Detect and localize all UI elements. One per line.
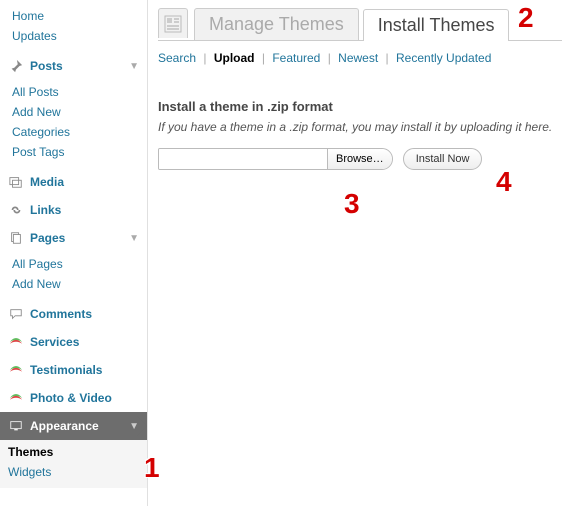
dashboard-submenu: Home Updates [0, 4, 147, 52]
main-content: Manage Themes Install Themes Search | Up… [148, 0, 572, 506]
pin-icon [8, 58, 24, 74]
chevron-down-icon: ▼ [129, 421, 139, 432]
posts-label: Posts [30, 59, 129, 73]
sidebar-section-media[interactable]: Media [0, 168, 147, 196]
sidebar-section-links[interactable]: Links [0, 196, 147, 224]
sidebar-section-pages[interactable]: Pages ▼ [0, 224, 147, 252]
sidebar-item-add-new-post[interactable]: Add New [12, 102, 147, 122]
sidebar-item-categories[interactable]: Categories [12, 122, 147, 142]
subnav-recently-updated[interactable]: Recently Updated [396, 51, 491, 65]
callout-3: 3 [344, 188, 360, 220]
themes-tab-icon [158, 8, 188, 38]
photovideo-label: Photo & Video [30, 391, 139, 405]
upload-heading: Install a theme in .zip format [158, 99, 562, 114]
sidebar-item-home[interactable]: Home [12, 6, 147, 26]
sidebar-section-appearance[interactable]: Appearance ▼ [0, 412, 147, 440]
swoosh-icon [8, 334, 24, 350]
tab-manage-themes[interactable]: Manage Themes [194, 8, 359, 40]
sidebar-item-post-tags[interactable]: Post Tags [12, 142, 147, 162]
media-label: Media [30, 175, 139, 189]
sidebar-item-themes[interactable]: Themes [8, 442, 147, 462]
subnav-search[interactable]: Search [158, 51, 196, 65]
swoosh-icon [8, 390, 24, 406]
sidebar-section-services[interactable]: Services [0, 328, 147, 356]
subnav-newest[interactable]: Newest [338, 51, 378, 65]
callout-4: 4 [496, 166, 512, 198]
appearance-submenu: Themes Widgets [0, 440, 147, 488]
sidebar-section-photo-video[interactable]: Photo & Video [0, 384, 147, 412]
browse-button[interactable]: Browse… [327, 149, 392, 169]
posts-submenu: All Posts Add New Categories Post Tags [0, 80, 147, 168]
sidebar-item-widgets[interactable]: Widgets [8, 462, 147, 482]
sidebar-item-all-posts[interactable]: All Posts [12, 82, 147, 102]
sidebar-section-posts[interactable]: Posts ▼ [0, 52, 147, 80]
file-input-group: Browse… [158, 148, 393, 170]
services-label: Services [30, 335, 139, 349]
pages-label: Pages [30, 231, 129, 245]
upload-form: Browse… Install Now [158, 148, 562, 170]
tab-install-themes[interactable]: Install Themes [363, 9, 510, 41]
upload-hint: If you have a theme in a .zip format, yo… [158, 120, 562, 134]
pages-icon [8, 230, 24, 246]
install-subnav: Search | Upload | Featured | Newest | Re… [158, 49, 562, 75]
testimonials-label: Testimonials [30, 363, 139, 377]
subnav-featured[interactable]: Featured [272, 51, 320, 65]
admin-sidebar: Home Updates Posts ▼ All Posts Add New C… [0, 0, 148, 506]
links-icon [8, 202, 24, 218]
theme-tabs: Manage Themes Install Themes [158, 8, 562, 41]
sidebar-item-add-new-page[interactable]: Add New [12, 274, 147, 294]
chevron-down-icon: ▼ [129, 61, 139, 72]
sidebar-section-testimonials[interactable]: Testimonials [0, 356, 147, 384]
pages-submenu: All Pages Add New [0, 252, 147, 300]
appearance-label: Appearance [30, 419, 129, 433]
comments-label: Comments [30, 307, 139, 321]
links-label: Links [30, 203, 139, 217]
comments-icon [8, 306, 24, 322]
appearance-icon [8, 418, 24, 434]
swoosh-icon [8, 362, 24, 378]
sidebar-section-comments[interactable]: Comments [0, 300, 147, 328]
subnav-upload[interactable]: Upload [214, 51, 255, 65]
sidebar-item-updates[interactable]: Updates [12, 26, 147, 46]
chevron-down-icon: ▼ [129, 233, 139, 244]
install-now-button[interactable]: Install Now [403, 148, 483, 170]
sidebar-item-all-pages[interactable]: All Pages [12, 254, 147, 274]
media-icon [8, 174, 24, 190]
file-path-field[interactable] [159, 149, 327, 169]
